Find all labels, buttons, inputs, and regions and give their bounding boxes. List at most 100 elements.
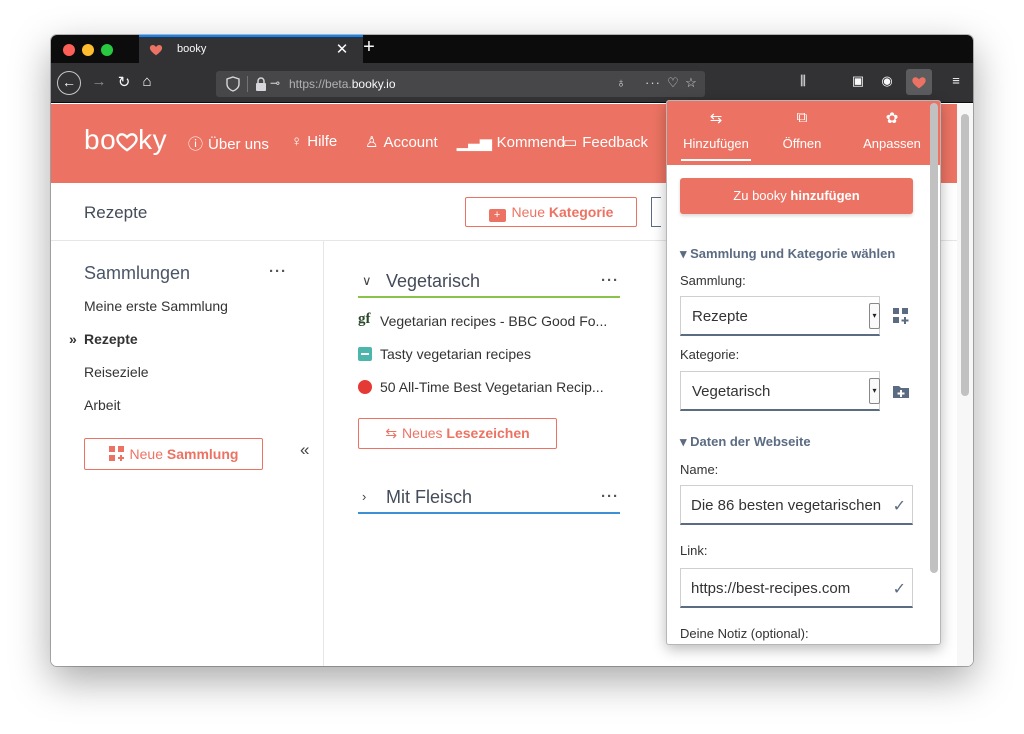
- heart-logo-icon: [116, 132, 138, 152]
- url-separator: [247, 76, 248, 92]
- tab-title: booky: [177, 43, 207, 55]
- section-website-heading[interactable]: ▾ Daten der Webseite: [680, 434, 811, 450]
- category-name: Vegetarisch: [386, 271, 481, 291]
- collection-select[interactable]: Rezepte ▾: [680, 296, 880, 336]
- back-button[interactable]: ←: [57, 71, 81, 95]
- palette-icon: ✿: [885, 110, 899, 127]
- reload-button[interactable]: ↻: [114, 73, 134, 91]
- chat-icon: ▭: [563, 134, 578, 151]
- category-name: Mit Fleisch: [386, 487, 473, 507]
- lightbulb-icon: ♀: [291, 133, 303, 150]
- active-tab-indicator: [681, 159, 751, 161]
- menu-icon[interactable]: ≡: [946, 73, 966, 88]
- bookmark-item[interactable]: Tasty vegetarian recipes: [358, 344, 620, 366]
- minimize-window-button[interactable]: [82, 44, 94, 56]
- add-link-icon: ⇆: [709, 110, 723, 127]
- key-icon[interactable]: ⊸: [270, 76, 280, 90]
- booky-extension-popup: ⇆ Hinzufügen ⧉ Öffnen ✿ Anpassen Zu book…: [666, 100, 941, 645]
- name-label: Name:: [680, 462, 719, 477]
- collections-title: Sammlungen: [84, 263, 191, 283]
- partially-hidden-button[interactable]: [651, 197, 661, 227]
- add-to-booky-button[interactable]: Zu booky hinzufügen: [680, 178, 913, 214]
- page-scrollbar[interactable]: [961, 114, 969, 396]
- food-favicon-icon: [358, 380, 372, 394]
- url-text[interactable]: https://beta.booky.io: [289, 77, 396, 91]
- new-category-button[interactable]: + Neue Kategorie: [465, 197, 637, 227]
- heart-icon: [912, 77, 926, 89]
- collection-item-rezepte[interactable]: Rezepte: [84, 331, 138, 347]
- chevron-right-icon[interactable]: ›: [362, 489, 366, 504]
- pocket-icon[interactable]: ♡: [664, 75, 682, 91]
- active-collection-marker: »: [69, 331, 77, 347]
- collections-more-icon[interactable]: ···: [269, 263, 287, 280]
- tab-strip: booky ✕ +: [51, 35, 973, 63]
- home-button[interactable]: ⌂: [137, 73, 157, 90]
- bookmark-item[interactable]: 50 All-Time Best Vegetarian Recip...: [358, 377, 620, 399]
- user-icon: ♙: [365, 134, 379, 151]
- check-icon: ✓: [888, 496, 906, 516]
- lightbulb-icon[interactable]: ♁: [612, 75, 630, 90]
- booky-extension-button[interactable]: [906, 69, 932, 95]
- info-icon: ⓘ: [188, 136, 204, 153]
- booky-logo[interactable]: bo ky: [84, 124, 167, 156]
- add-category-icon[interactable]: [892, 383, 910, 401]
- tab-add[interactable]: ⇆ Hinzufügen: [673, 101, 759, 165]
- link-label: Link:: [680, 543, 708, 558]
- account-icon[interactable]: ◉: [877, 73, 897, 89]
- category-select[interactable]: Vegetarisch ▾: [680, 371, 880, 411]
- popup-scrollbar[interactable]: [930, 103, 938, 573]
- forward-button[interactable]: →: [89, 73, 109, 90]
- check-icon: ✓: [888, 579, 906, 599]
- nav-upcoming[interactable]: ▁▃▅ Kommend: [457, 133, 565, 151]
- sidebar-icon[interactable]: ▣: [848, 73, 868, 89]
- new-collection-button[interactable]: Neue Sammlung: [84, 438, 263, 470]
- collection-label: Sammlung:: [680, 273, 746, 288]
- add-folder-icon: +: [488, 209, 506, 222]
- bookmark-item[interactable]: gf Vegetarian recipes - BBC Good Fo...: [358, 311, 620, 333]
- open-external-icon: ⧉: [796, 109, 808, 126]
- library-icon[interactable]: ⫼: [793, 73, 813, 89]
- section-collection-heading[interactable]: ▾ Sammlung und Kategorie wählen: [680, 246, 895, 262]
- collapse-sidebar-icon[interactable]: «: [300, 440, 309, 460]
- collection-item-arbeit[interactable]: Arbeit: [84, 397, 121, 413]
- navigation-toolbar: ← → ↻ ⌂ ⊸ https://beta.booky.io ♁ ··· ♡ …: [51, 63, 973, 103]
- shield-icon[interactable]: [226, 76, 240, 92]
- category-more-icon[interactable]: ···: [601, 272, 619, 289]
- popup-tabs: ⇆ Hinzufügen ⧉ Öffnen ✿ Anpassen: [667, 101, 940, 165]
- tab-customize[interactable]: ✿ Anpassen: [847, 101, 937, 165]
- heart-icon: [149, 45, 163, 56]
- chevron-down-icon: ▾: [869, 303, 880, 329]
- close-tab-icon[interactable]: ✕: [333, 40, 351, 58]
- chevron-down-icon: ▾: [869, 378, 880, 404]
- category-mit-fleisch[interactable]: › Mit Fleisch ···: [358, 482, 620, 514]
- bookmark-star-icon[interactable]: ☆: [682, 75, 700, 91]
- add-grid-icon: [108, 446, 124, 461]
- new-bookmark-button[interactable]: ⇆ Neues Lesezeichen: [358, 418, 557, 449]
- bar-chart-icon: ▁▃▅: [457, 134, 492, 151]
- maximize-window-button[interactable]: [101, 44, 113, 56]
- chevron-down-icon[interactable]: ∨: [362, 273, 372, 289]
- close-window-button[interactable]: [63, 44, 75, 56]
- nav-feedback[interactable]: ▭ Feedback: [563, 133, 648, 151]
- url-bar[interactable]: ⊸ https://beta.booky.io ♁ ··· ♡ ☆: [216, 71, 705, 97]
- tab-open[interactable]: ⧉ Öffnen: [767, 101, 837, 165]
- name-input[interactable]: Die 86 besten vegetarischen ✓: [680, 485, 913, 525]
- collection-item-first[interactable]: Meine erste Sammlung: [84, 298, 228, 314]
- collections-sidebar: Sammlungen ··· Meine erste Sammlung » Re…: [51, 241, 324, 666]
- category-more-icon[interactable]: ···: [601, 488, 619, 505]
- nav-about[interactable]: ⓘ Über uns: [188, 133, 269, 154]
- link-input[interactable]: https://best-recipes.com ✓: [680, 568, 913, 608]
- add-collection-icon[interactable]: [892, 307, 910, 325]
- lock-icon[interactable]: [255, 77, 267, 91]
- page-actions-icon[interactable]: ···: [644, 75, 662, 90]
- page-title: Rezepte: [84, 203, 148, 222]
- add-link-icon: ⇆: [385, 425, 398, 441]
- note-label: Deine Notiz (optional):: [680, 626, 809, 641]
- nav-account[interactable]: ♙ Account: [365, 133, 438, 151]
- category-label: Kategorie:: [680, 347, 740, 362]
- category-vegetarisch[interactable]: ∨ Vegetarisch ···: [358, 266, 620, 298]
- browser-tab[interactable]: booky ✕: [139, 35, 363, 63]
- collection-item-reiseziele[interactable]: Reiseziele: [84, 364, 149, 380]
- nav-help[interactable]: ♀ Hilfe: [291, 133, 337, 150]
- new-tab-button[interactable]: +: [359, 36, 379, 59]
